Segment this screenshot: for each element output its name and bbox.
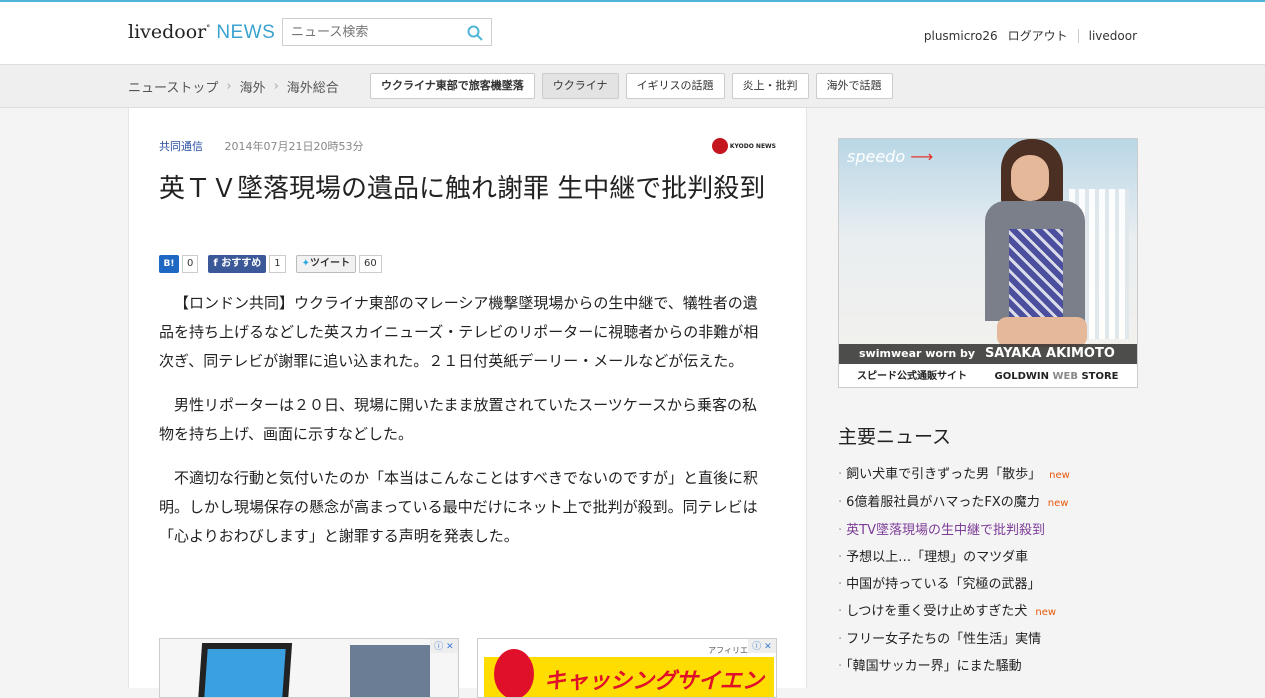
cashing-ad[interactable]: キャッシングサイエンス アフィリエ ⓘ ✕ (477, 638, 777, 698)
livedoor-link[interactable]: livedoor (1089, 29, 1137, 43)
chevron-right-icon: › (273, 79, 279, 94)
facebook-recommend-button[interactable]: f おすすめ (208, 255, 267, 273)
new-badge: new (1049, 470, 1070, 481)
news-item[interactable]: · フリー女子たちの「性生活」実情 (838, 626, 1138, 653)
tweet-label: ツイート (309, 258, 350, 269)
major-news-heading: 主要ニュース (838, 426, 952, 448)
user-nav: plusmicro26 ログアウト livedoor (914, 27, 1137, 44)
article-paragraph: 【ロンドン共同】ウクライナ東部のマレーシア機撃墜現場からの生中継で、犠牲者の遺品… (159, 294, 759, 370)
tablet-ad[interactable]: ⓘ ✕ (159, 638, 459, 698)
article-panel: 共同通信 2014年07月21日20時53分 KYODO NEWS 英ＴＶ墜落現… (128, 108, 807, 698)
speedo-ad[interactable]: speedo ⟶ swimwear worn by SAYAKA AKIMOTO… (838, 138, 1138, 388)
ad-caption: swimwear worn by SAYAKA AKIMOTO (839, 344, 1137, 364)
tag-ukraine[interactable]: ウクライナ (541, 73, 619, 99)
new-badge: new (1035, 607, 1057, 618)
news-item[interactable]: · 「韓国サッカー界」にまた騒動 (838, 653, 1138, 680)
kyodo-logo-icon (711, 138, 728, 154)
tweet-count: 60 (358, 255, 382, 273)
search-input[interactable] (283, 19, 463, 45)
breadcrumb: ニューストップ › 海外 › 海外総合 (128, 77, 339, 96)
ad-info-icon[interactable]: ⓘ ✕ (748, 639, 776, 653)
new-badge: new (1047, 498, 1069, 509)
ad-footer-goldwin: GOLDWIN (994, 371, 1049, 382)
facebook-count: 1 (269, 255, 286, 273)
news-item[interactable]: · しつけを重く受け止めすぎた犬 new (838, 598, 1138, 626)
ad-caption-name: SAYAKA AKIMOTO (984, 346, 1115, 361)
livedoor-news-logo[interactable]: livedoor° NEWS (128, 21, 275, 44)
logo-main: livedoor (128, 21, 207, 43)
search-icon[interactable] (467, 25, 483, 41)
speedo-logo: speedo ⟶ (847, 147, 934, 166)
article-date: 2014年07月21日20時53分 (224, 140, 364, 153)
breadcrumb-news-top[interactable]: ニューストップ (128, 77, 218, 96)
ad-info-icon[interactable]: ⓘ ✕ (430, 639, 458, 653)
news-item[interactable]: · 英TV墜落現場の生中継で批判殺到 (838, 517, 1138, 544)
article-meta: 共同通信 2014年07月21日20時53分 (159, 138, 363, 154)
kyodo-logo-text: KYODO NEWS (729, 142, 776, 150)
tweet-button[interactable]: ✦ツイート (295, 255, 356, 273)
logo-news: NEWS (216, 22, 276, 43)
ad-footer-store-name: スピード公式通販サイト (857, 371, 967, 382)
ad-caption-small: swimwear worn by (859, 347, 976, 360)
news-item[interactable]: · 中国が持っている「究極の武器」 (838, 571, 1138, 598)
hatena-bookmark-button[interactable]: B! (159, 255, 179, 273)
bottom-ads: ⓘ ✕ キャッシングサイエンス アフィリエ ⓘ ✕ (159, 638, 795, 698)
chevron-right-icon: › (226, 79, 232, 94)
twitter-bird-icon: ✦ (301, 258, 310, 269)
breadcrumb-overseas[interactable]: 海外 (240, 77, 266, 96)
username-link[interactable]: plusmicro26 (924, 29, 998, 43)
ad-model-image (967, 139, 1097, 347)
article-body: 【ロンドン共同】ウクライナ東部のマレーシア機撃墜現場からの生中継で、犠牲者の遺品… (159, 289, 769, 566)
breadcrumb-overseas-general[interactable]: 海外総合 (287, 77, 339, 96)
article-paragraph: 男性リポーターは２０日、現場に開いたまま放置されていたスーツケースから乗客の私物… (159, 396, 758, 443)
kyodo-news-logo: KYODO NEWS (711, 138, 776, 154)
news-item[interactable]: · 飼い犬車で引きずった男「散歩」 new (838, 461, 1138, 489)
news-item[interactable]: · 6億着服社員がハマったFXの魔力 new (838, 489, 1138, 517)
search-box (282, 18, 492, 46)
ad-footer-web: WEB (1052, 371, 1078, 382)
major-news-list: · 飼い犬車で引きずった男「散歩」 new · 6億着服社員がハマったFXの魔力 new… (838, 461, 1138, 680)
social-buttons: B! 0 f おすすめ 1 ✦ツイート 60 (159, 255, 392, 273)
tag-ukraine-crash[interactable]: ウクライナ東部で旅客機墜落 (370, 73, 535, 99)
nav-divider (1077, 28, 1079, 43)
ad-footer: スピード公式通販サイト GOLDWIN WEB STORE (839, 364, 1137, 387)
tag-overseas-buzz[interactable]: 海外で話題 (815, 73, 893, 99)
topic-tags: ウクライナ東部で旅客機墜落 ウクライナ イギリスの話題 炎上・批判 海外で話題 (370, 73, 900, 99)
tag-uk-topics[interactable]: イギリスの話題 (625, 73, 725, 99)
logout-link[interactable]: ログアウト (1008, 27, 1068, 44)
ad-headline: キャッシングサイエンス (544, 669, 764, 694)
ad-footer-store: STORE (1081, 371, 1119, 382)
ad-symbol (494, 649, 534, 697)
ad-affiliate-label: アフィリエ (708, 646, 748, 655)
article-paragraph: 不適切な行動と気付いたのか「本当はこんなことはすべきでないのですが」と直後に釈明… (159, 469, 758, 545)
sidebar: speedo ⟶ swimwear worn by SAYAKA AKIMOTO… (838, 138, 1138, 680)
article-title: 英ＴＶ墜落現場の遺品に触れ謝罪 生中継で批判殺到 (159, 174, 766, 204)
news-item[interactable]: · 予想以上…「理想」のマツダ車 (838, 544, 1138, 571)
site-header: livedoor° NEWS plusmicro26 ログアウト livedoo… (0, 2, 1265, 64)
tag-flaming[interactable]: 炎上・批判 (731, 73, 809, 99)
article-source[interactable]: 共同通信 (159, 140, 203, 153)
facebook-label: おすすめ (221, 258, 262, 269)
tablet-image (197, 643, 293, 697)
hatena-count: 0 (182, 255, 199, 273)
category-nav: ニューストップ › 海外 › 海外総合 ウクライナ東部で旅客機墜落 ウクライナ … (0, 64, 1265, 108)
